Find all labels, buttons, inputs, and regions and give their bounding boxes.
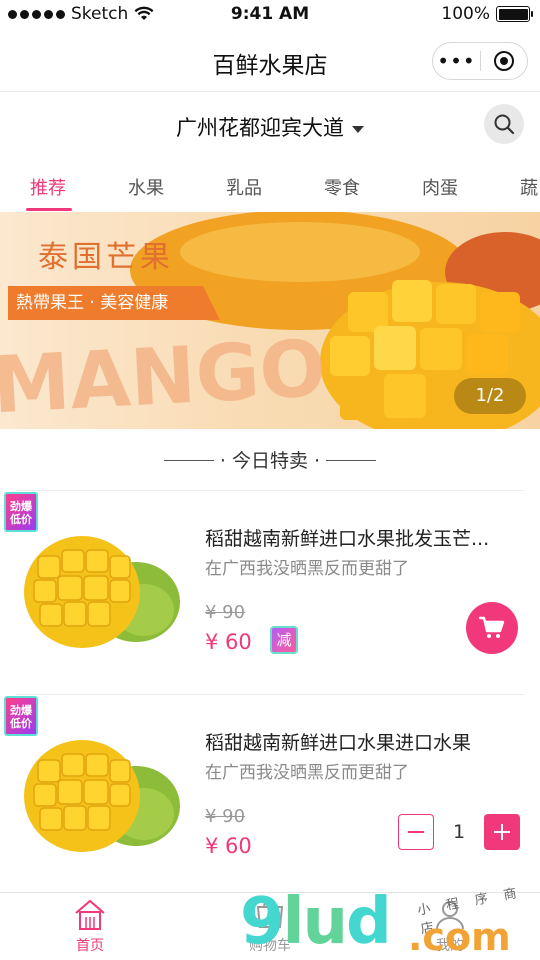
original-price: ¥ 90 — [205, 602, 246, 623]
section-title: · 今日特卖 · — [219, 450, 321, 472]
location-selector[interactable]: 广州花都迎宾大道 — [0, 112, 540, 142]
battery-percent: 100% — [441, 4, 490, 24]
nav-bar: 百鲜水果店 ••• — [0, 30, 540, 92]
tab-cart-label: 购物车 — [249, 938, 291, 954]
banner-ribbon: 熱帶果王 · 美容健康 — [8, 286, 220, 320]
banner-pager: 1/2 — [454, 378, 526, 414]
divider — [16, 490, 524, 491]
hot-deal-badge: 劲爆 低价 — [4, 696, 38, 736]
cart-icon — [479, 616, 505, 638]
search-icon — [494, 114, 515, 135]
caret-down-icon — [352, 125, 364, 133]
hot-deal-badge: 劲爆 低价 — [4, 492, 38, 532]
user-icon — [436, 901, 464, 930]
section-line-right — [326, 460, 376, 461]
original-price: ¥ 90 — [205, 806, 246, 827]
tab-cart[interactable]: 购物车 — [210, 897, 330, 955]
tab-profile-label: 我的 — [436, 938, 464, 954]
active-tab-indicator — [26, 208, 72, 211]
category-tabs: 推荐 水果 乳品 零食 肉蛋 蔬 — [0, 162, 540, 212]
product-description: 在广西我没晒黑反而更甜了 — [205, 559, 409, 579]
svg-text:MANGO: MANGO — [0, 324, 328, 429]
battery-icon — [496, 6, 533, 22]
section-line-left — [164, 460, 214, 461]
decrease-quantity-button[interactable] — [398, 814, 434, 850]
increase-quantity-button[interactable] — [484, 814, 520, 850]
product-card[interactable]: 劲爆 低价 稻甜越南新鲜进口水果进口水果 在广西我没晒黑反而更甜了 ¥ 90 ¥ … — [0, 696, 540, 896]
banner-title: 泰国芒果 — [38, 240, 174, 275]
product-description: 在广西我没晒黑反而更甜了 — [205, 763, 409, 783]
bottom-tab-bar: 首页 购物车 我的 — [0, 893, 540, 960]
sale-price: ¥ 60 — [205, 834, 252, 858]
divider — [16, 694, 524, 695]
tab-recommend[interactable]: 推荐 — [30, 174, 66, 200]
close-mini-program-button[interactable] — [481, 51, 527, 71]
tab-dairy[interactable]: 乳品 — [226, 174, 262, 200]
tab-home[interactable]: 首页 — [30, 897, 150, 955]
section-header: · 今日特卖 · — [0, 444, 540, 478]
status-bar: Sketch 9:41 AM 100% — [0, 0, 540, 30]
quantity-stepper: 1 — [398, 814, 520, 850]
home-icon — [75, 899, 105, 930]
tab-home-label: 首页 — [76, 938, 104, 954]
mango-product-image — [24, 536, 180, 648]
product-name: 稻甜越南新鲜进口水果进口水果 — [205, 732, 472, 754]
mango-product-image — [24, 740, 180, 852]
add-to-cart-button[interactable] — [466, 602, 518, 654]
location-text: 广州花都迎宾大道 — [176, 116, 344, 140]
promo-banner[interactable]: MANGO 泰国芒果 熱帶果王 · 美容健康 1/2 — [0, 212, 540, 429]
battery-status: 100% — [441, 4, 533, 24]
tab-vegetables[interactable]: 蔬 — [520, 174, 538, 200]
tab-fruit[interactable]: 水果 — [128, 174, 164, 200]
search-button[interactable] — [484, 104, 524, 144]
more-dots-icon[interactable]: ••• — [433, 42, 480, 80]
quantity-value: 1 — [452, 821, 466, 843]
product-card[interactable]: 劲爆 低价 稻甜越南新鲜进口水果批发玉芒... 在广西我没晒黑反而更甜了 ¥ 90… — [0, 492, 540, 692]
mini-program-capsule: ••• — [432, 42, 528, 80]
target-icon — [493, 51, 514, 71]
tab-profile[interactable]: 我的 — [390, 897, 510, 955]
tab-snacks[interactable]: 零食 — [324, 174, 360, 200]
tab-meat-eggs[interactable]: 肉蛋 — [422, 174, 458, 200]
cart-icon — [256, 900, 284, 928]
location-row: 广州花都迎宾大道 — [0, 92, 540, 158]
discount-tag: 减 — [270, 626, 298, 654]
product-name: 稻甜越南新鲜进口水果批发玉芒... — [205, 528, 490, 550]
sale-price: ¥ 60 — [205, 630, 252, 654]
